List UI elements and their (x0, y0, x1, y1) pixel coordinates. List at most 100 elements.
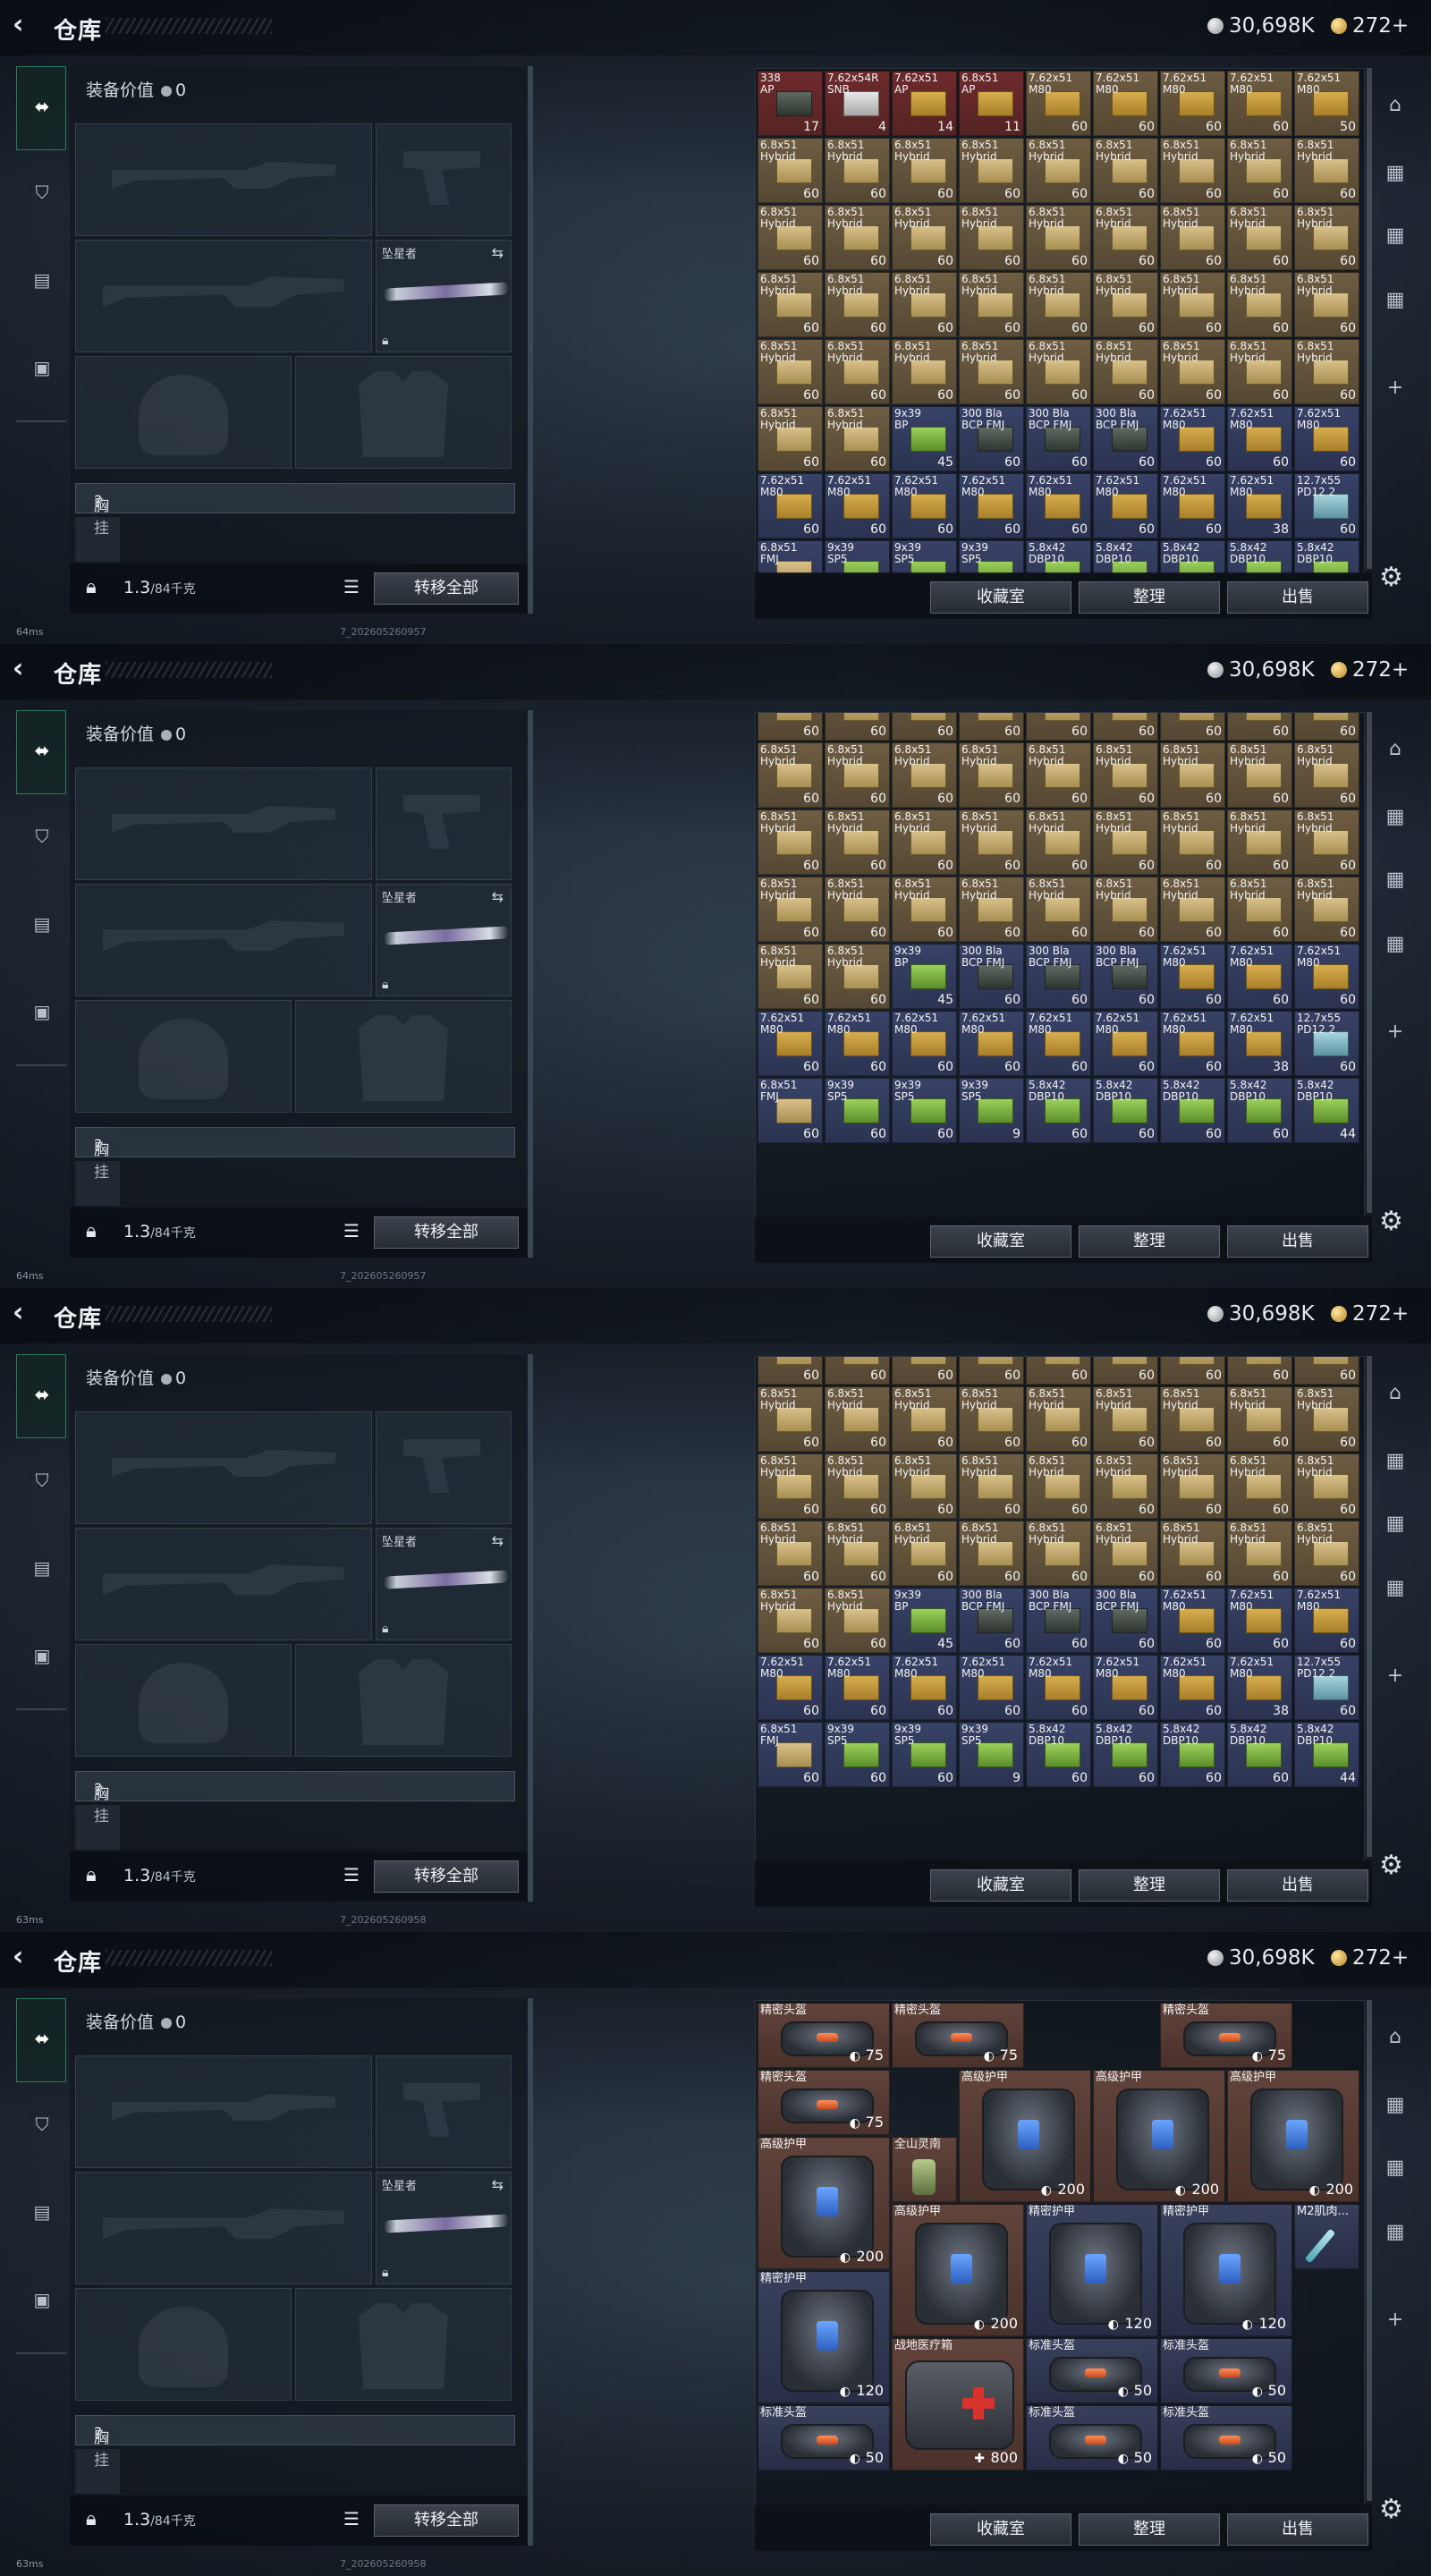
collection-button[interactable]: 收藏室 (930, 1225, 1071, 1258)
helmet-item[interactable]: 标准头盔 50 ◐ (1026, 2405, 1158, 2470)
safe-icon[interactable]: ⌂ (1383, 93, 1408, 118)
ammo-item[interactable]: 5.8x42 DBP10 60 (1227, 1078, 1292, 1143)
add-icon[interactable]: + (1383, 1020, 1408, 1045)
helmet-item[interactable]: 精密头盔 75 ◐ (1160, 2003, 1292, 2068)
chest-rig-icon[interactable]: ▤ (32, 270, 52, 290)
armor-icon[interactable]: ⛉ (32, 182, 52, 202)
helmet-slot[interactable] (75, 1000, 292, 1113)
gear-icon[interactable]: ⚙ (1379, 1206, 1403, 1237)
helmet-item[interactable]: 精密头盔 75 ◐ (892, 2003, 1024, 2068)
gear-icon[interactable]: ⚙ (1379, 1850, 1403, 1881)
storage-1-icon[interactable]: ▦ (1383, 1449, 1408, 1474)
ammo-item[interactable]: 6.8x51 Hybrid60 (1160, 339, 1225, 404)
ammo-item[interactable]: 6.8x51 Hybrid60 (1227, 809, 1292, 875)
ammo-item[interactable]: 7.62x51 M80 60 (1227, 1588, 1292, 1653)
primary-weapon-slot[interactable] (75, 2055, 372, 2168)
ammo-item[interactable]: 7.62x51 M80 38 (1227, 473, 1292, 538)
list-icon[interactable]: ☰ (343, 2508, 360, 2529)
backpack-icon[interactable]: ▣ (32, 2290, 52, 2309)
collection-button[interactable]: 收藏室 (930, 581, 1071, 614)
ammo-item[interactable]: 7.62x51 M80 38 (1227, 1655, 1292, 1720)
ammo-item[interactable]: 6.8x51 Hybrid60 (825, 406, 890, 471)
ammo-item[interactable]: 6.8x51 Hybrid60 (1093, 1357, 1158, 1385)
ammo-item[interactable]: 6.8x51 Hybrid60 (825, 138, 890, 203)
ammo-item[interactable]: 6.8x51 Hybrid60 (758, 339, 823, 404)
helmet-item[interactable]: 标准头盔 50 ◐ (1160, 2405, 1292, 2470)
transfer-all-button[interactable]: 转移全部 (374, 2504, 519, 2537)
ammo-item[interactable]: 5.8x42 DBP10 60 (1160, 1078, 1225, 1143)
ammo-item[interactable]: 6.8x51 Hybrid60 (758, 138, 823, 203)
ammo-item[interactable]: 7.62x51 M80 38 (1227, 1011, 1292, 1076)
ammo-item[interactable]: 6.8x51 Hybrid60 (1026, 742, 1091, 808)
helmet-slot[interactable] (75, 2288, 292, 2401)
ammo-item[interactable]: 6.8x51 Hybrid60 (1093, 138, 1158, 203)
chest-rig-slot[interactable]: 胸挂 ? (75, 1771, 515, 1826)
armor-item[interactable]: 高级护甲 200 ◐ (1093, 2070, 1225, 2202)
ammo-item[interactable]: 12.7x55 PD12 2 60 (1294, 473, 1359, 538)
ammo-item[interactable]: 6.8x51 Hybrid60 (959, 742, 1024, 808)
ammo-item[interactable]: 6.8x51 AP 11 (959, 71, 1024, 136)
ammo-item[interactable]: 6.8x51 Hybrid60 (758, 809, 823, 875)
ammo-item[interactable]: 6.8x51 Hybrid60 (758, 1357, 823, 1385)
ammo-item[interactable]: 7.62x51 M80 60 (1160, 1011, 1225, 1076)
ammo-item[interactable]: 6.8x51 Hybrid60 (1026, 138, 1091, 203)
ammo-item[interactable]: 6.8x51 Hybrid60 (892, 339, 957, 404)
ammo-item[interactable]: 9x39 SP5 (825, 540, 890, 573)
ammo-item[interactable]: 6.8x51 Hybrid60 (1294, 742, 1359, 808)
ammo-item[interactable]: 300 Bla BCP FMJ 60 (1026, 1588, 1091, 1653)
ammo-item[interactable]: 6.8x51 Hybrid60 (1093, 1453, 1158, 1519)
chest-rig-icon[interactable]: ▤ (32, 2202, 52, 2222)
ammo-item[interactable]: 6.8x51 Hybrid60 (959, 1386, 1024, 1452)
transfer-all-button[interactable]: 转移全部 (374, 572, 519, 605)
add-gold-icon[interactable]: + (1392, 1302, 1409, 1326)
gear-item[interactable]: 全山灵南 (892, 2137, 957, 2202)
storage-2-icon[interactable]: ▦ (1383, 868, 1408, 893)
sidearm-slot[interactable] (376, 1411, 512, 1524)
stash-scrollbar[interactable] (1367, 1356, 1372, 1857)
safe-icon[interactable]: ⌂ (1383, 2025, 1408, 2050)
swap-icon[interactable]: ⇆ (492, 2176, 504, 2193)
help-icon[interactable]: ? (94, 1137, 102, 1155)
ammo-item[interactable]: 300 Bla BCP FMJ 60 (959, 944, 1024, 1009)
ammo-item[interactable]: 6.8x51 FMJ 60 (758, 1722, 823, 1787)
ammo-item[interactable]: 6.8x51 Hybrid60 (1227, 1521, 1292, 1586)
ammo-item[interactable]: 6.8x51 Hybrid60 (892, 205, 957, 270)
ammo-item[interactable]: 6.8x51 Hybrid60 (825, 809, 890, 875)
organize-button[interactable]: 整理 (1079, 2513, 1220, 2546)
armor-slot[interactable] (295, 1644, 512, 1757)
add-gold-icon[interactable]: + (1392, 658, 1409, 682)
ammo-item[interactable]: 6.8x51 Hybrid60 (825, 1588, 890, 1653)
ammo-item[interactable]: 7.62x51 M80 60 (1294, 406, 1359, 471)
ammo-item[interactable]: 9x39 SP5 (892, 540, 957, 573)
ammo-item[interactable]: 6.8x51 Hybrid60 (1227, 1453, 1292, 1519)
ammo-item[interactable]: 6.8x51 Hybrid60 (959, 877, 1024, 942)
ammo-item[interactable]: 6.8x51 Hybrid60 (959, 138, 1024, 203)
ammo-item[interactable]: 5.8x42 DBP10 60 (1026, 1078, 1091, 1143)
melee-slot[interactable]: 坠星者 ⇆ 🔒︎ (376, 2172, 512, 2284)
swap-icon[interactable]: ⇆ (492, 244, 504, 261)
ammo-item[interactable]: 7.62x51 M80 60 (1160, 406, 1225, 471)
secondary-weapon-slot[interactable] (75, 240, 372, 352)
ammo-item[interactable]: 6.8x51 Hybrid60 (1227, 138, 1292, 203)
ammo-item[interactable]: 6.8x51 Hybrid60 (892, 877, 957, 942)
storage-3-icon[interactable]: ▦ (1383, 1576, 1408, 1601)
organize-button[interactable]: 整理 (1079, 1225, 1220, 1258)
ammo-item[interactable]: 9x39 BP 45 (892, 406, 957, 471)
ammo-item[interactable]: 9x39 SP5 60 (892, 1722, 957, 1787)
ammo-item[interactable]: 6.8x51 Hybrid60 (1160, 877, 1225, 942)
ammo-item[interactable]: 6.8x51 Hybrid60 (892, 272, 957, 337)
ammo-item[interactable]: 7.62x51 M80 60 (892, 1011, 957, 1076)
safe-icon[interactable]: ⌂ (1383, 737, 1408, 762)
ammo-item[interactable]: 6.8x51 Hybrid60 (1294, 339, 1359, 404)
ammo-item[interactable]: 6.8x51 Hybrid60 (959, 1453, 1024, 1519)
organize-button[interactable]: 整理 (1079, 1869, 1220, 1902)
storage-1-icon[interactable]: ▦ (1383, 2093, 1408, 2118)
ammo-item[interactable]: 6.8x51 Hybrid60 (825, 205, 890, 270)
ammo-item[interactable]: 6.8x51 Hybrid60 (1294, 1386, 1359, 1452)
ammo-item[interactable]: 7.62x51 M80 60 (758, 1655, 823, 1720)
sidearm-slot[interactable] (376, 2055, 512, 2168)
ammo-item[interactable]: 300 Bla BCP FMJ 60 (959, 1588, 1024, 1653)
ammo-item[interactable]: 6.8x51 Hybrid60 (959, 713, 1024, 741)
helmet-slot[interactable] (75, 1644, 292, 1757)
weapon-icon[interactable]: ⬌ (32, 2029, 52, 2048)
